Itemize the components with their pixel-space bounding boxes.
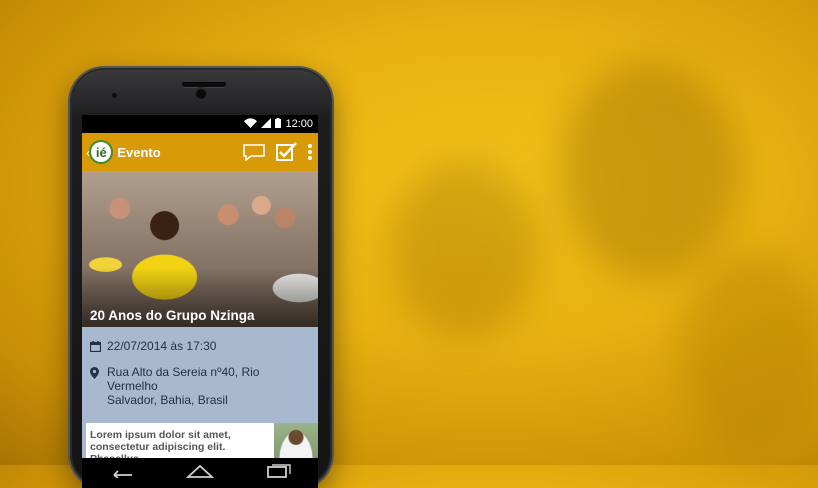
calendar-icon — [89, 341, 102, 355]
back-button-icon[interactable] — [108, 464, 134, 483]
front-camera — [196, 89, 206, 99]
phone-frame: 12:00 ‹ ié Evento 20 Anos do Grupo Nzing… — [70, 68, 332, 488]
background-blur — [680, 250, 818, 450]
signal-icon — [261, 117, 272, 131]
app-logo[interactable]: ié — [91, 142, 112, 162]
chat-bubble-icon[interactable] — [242, 143, 266, 161]
event-date-row: 22/07/2014 às 17:30 — [89, 339, 310, 355]
event-location-row[interactable]: Rua Alto da Sereia nº40, Rio Vermelho Sa… — [90, 365, 310, 407]
battery-icon — [275, 117, 282, 131]
background-blur — [390, 160, 540, 340]
event-address-line1: Rua Alto da Sereia nº40, Rio Vermelho — [107, 365, 260, 393]
event-details: 22/07/2014 às 17:30 Rua Alto da Sereia n… — [82, 327, 318, 417]
phone-earpiece — [182, 82, 226, 87]
status-bar: 12:00 — [82, 115, 318, 133]
wifi-icon — [244, 117, 258, 131]
event-datetime: 22/07/2014 às 17:30 — [107, 339, 217, 353]
status-time: 12:00 — [285, 118, 313, 130]
event-title: 20 Anos do Grupo Nzinga — [90, 308, 255, 323]
app-bar: ‹ ié Evento — [82, 133, 318, 171]
post-excerpt-line1: Lorem ipsum dolor sit amet, — [90, 429, 231, 441]
app-bar-actions — [242, 142, 312, 162]
phone-screen: 12:00 ‹ ié Evento 20 Anos do Grupo Nzing… — [82, 115, 318, 488]
recents-button-icon[interactable] — [266, 463, 292, 483]
check-box-icon[interactable] — [276, 142, 298, 162]
event-address: Rua Alto da Sereia nº40, Rio Vermelho Sa… — [107, 365, 310, 407]
android-nav-bar — [82, 458, 318, 488]
location-pin-icon — [90, 367, 101, 382]
overflow-menu-icon[interactable] — [308, 143, 312, 161]
background-blur — [560, 60, 740, 280]
post-thumbnail — [274, 423, 318, 463]
back-chevron-icon[interactable]: ‹ — [86, 145, 90, 160]
event-address-line2: Salvador, Bahia, Brasil — [107, 393, 228, 407]
page-title: Evento — [117, 144, 161, 160]
proximity-sensor — [112, 93, 117, 98]
home-button-icon[interactable] — [185, 464, 215, 483]
event-photo: 20 Anos do Grupo Nzinga — [82, 171, 318, 327]
